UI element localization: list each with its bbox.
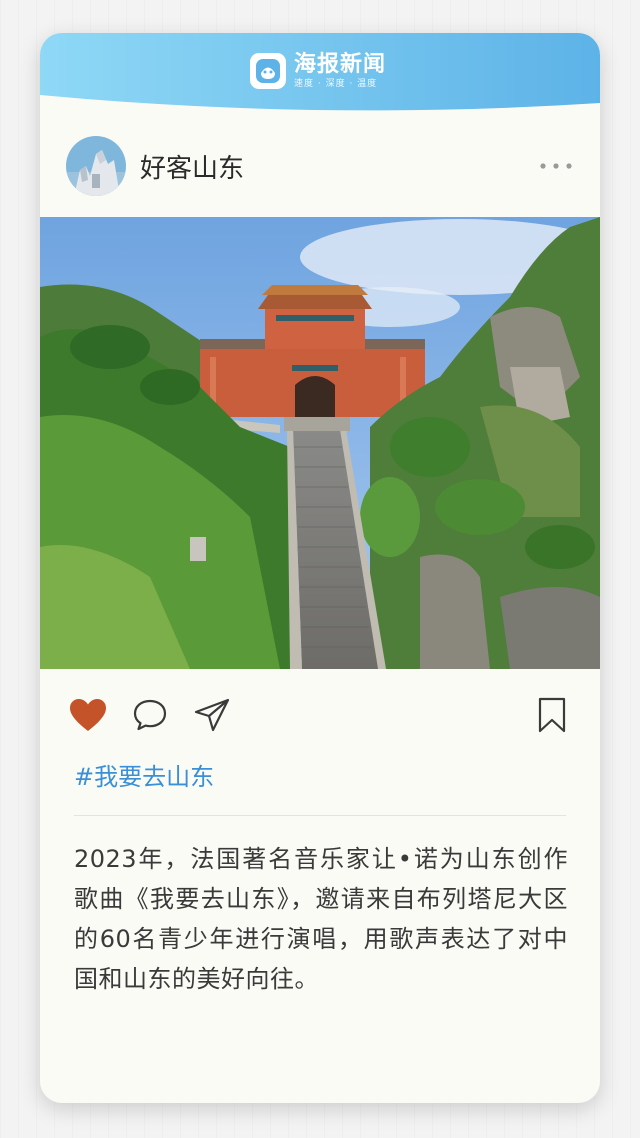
comment-bubble-icon [133,699,167,731]
more-dots-icon [540,163,572,169]
account-name[interactable]: 好客山东 [140,148,244,185]
hashtag-link[interactable]: #我要去山东 [74,757,214,792]
brand-lockup: 海报新闻 速度 · 深度 · 温度 [250,51,386,91]
post-card: 海报新闻 速度 · 深度 · 温度 好客山东 #我要去山东 2023年，法国著名… [40,33,600,1103]
post-header: 好客山东 [66,135,576,197]
brand-slogan: 速度 · 深度 · 温度 [294,78,378,89]
avatar[interactable] [66,136,126,196]
brand-banner: 海报新闻 速度 · 深度 · 温度 [40,33,600,143]
comment-button[interactable] [130,695,170,735]
share-button[interactable] [192,695,232,735]
more-options-button[interactable] [536,151,576,181]
brand-name: 海报新闻 [294,51,387,77]
bookmark-icon [538,697,566,733]
send-icon [194,698,230,732]
post-caption: 2023年，法国著名音乐家让•诺为山东创作歌曲《我要去山东》，邀请来自布列塔尼大… [74,845,568,993]
action-bar [68,693,572,737]
bookmark-button[interactable] [532,695,572,735]
smiley-logo-icon [250,53,286,89]
page-background: 海报新闻 速度 · 深度 · 温度 好客山东 #我要去山东 2023年，法国著名… [0,0,640,1138]
like-button[interactable] [68,695,108,735]
post-photo[interactable] [40,217,600,669]
heart-icon [70,699,106,731]
divider [74,815,566,816]
